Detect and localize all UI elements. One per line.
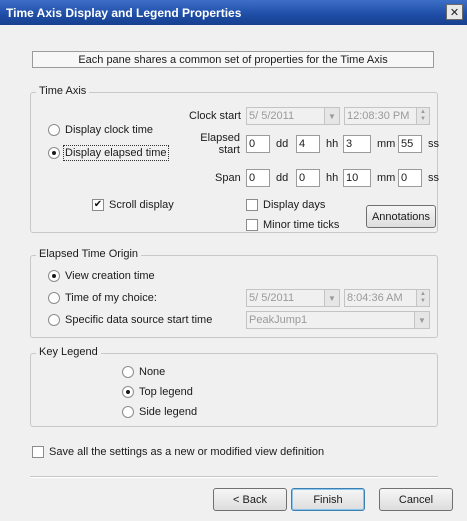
radio-indicator: [48, 147, 60, 159]
window-title: Time Axis Display and Legend Properties: [6, 5, 242, 20]
annotations-button-label: Annotations: [371, 210, 431, 223]
annotations-button[interactable]: Annotations: [366, 205, 436, 228]
display-days-label: Display days: [263, 199, 326, 211]
legend-none-radio[interactable]: None: [122, 366, 165, 378]
chevron-down-icon[interactable]: ▼: [324, 290, 339, 306]
separator: [30, 476, 438, 478]
clock-start-time-value: 12:08:30 PM: [347, 110, 410, 122]
elapsed-dd-input[interactable]: 0: [246, 135, 270, 153]
info-banner-text: Each pane shares a common set of propert…: [78, 53, 388, 66]
display-days-checkbox[interactable]: Display days: [246, 199, 325, 211]
close-icon: ✕: [449, 6, 460, 19]
ss-unit-label: ss: [428, 138, 439, 150]
radio-indicator: [48, 270, 60, 282]
view-creation-time-label: View creation time: [65, 270, 155, 282]
save-settings-label: Save all the settings as a new or modifi…: [49, 446, 325, 458]
elapsed-ss-value: 55: [401, 138, 414, 150]
data-source-value: PeakJump1: [249, 314, 308, 326]
elapsed-hh-value: 4: [299, 138, 306, 150]
spinner-arrows-icon[interactable]: ▲ ▼: [416, 108, 429, 124]
data-source-select[interactable]: PeakJump1 ▼: [246, 311, 430, 329]
span-mm-value: 10: [346, 172, 359, 184]
elapsed-time-origin-legend: Elapsed Time Origin: [36, 248, 142, 260]
radio-indicator: [122, 366, 134, 378]
mm-unit-label: mm: [377, 138, 396, 150]
chevron-down-icon[interactable]: ▼: [414, 312, 429, 328]
time-of-my-choice-radio[interactable]: Time of my choice:: [48, 292, 157, 304]
span-ss-input[interactable]: 0: [398, 169, 422, 187]
mm-unit-label: mm: [377, 172, 396, 184]
time-of-my-choice-label: Time of my choice:: [65, 292, 157, 304]
display-elapsed-time-radio[interactable]: Display elapsed time: [48, 145, 169, 161]
radio-indicator: [48, 124, 60, 136]
hh-unit-label: hh: [326, 172, 339, 184]
display-clock-time-label: Display clock time: [65, 124, 154, 136]
specific-source-start-radio[interactable]: Specific data source start time: [48, 314, 212, 326]
clock-start-date-picker[interactable]: 5/ 5/2011 ▼: [246, 107, 340, 125]
spinner-arrows-icon[interactable]: ▲ ▼: [416, 290, 429, 306]
minor-time-ticks-label: Minor time ticks: [263, 219, 340, 231]
info-banner: Each pane shares a common set of propert…: [32, 51, 434, 68]
title-bar: Time Axis Display and Legend Properties …: [0, 0, 467, 25]
radio-indicator: [122, 406, 134, 418]
cancel-button-label: Cancel: [398, 493, 434, 506]
span-label: Span: [215, 172, 241, 184]
back-button-label: < Back: [233, 493, 267, 506]
elapsed-hh-input[interactable]: 4: [296, 135, 320, 153]
side-legend-label: Side legend: [139, 406, 198, 418]
hh-unit-label: hh: [326, 138, 339, 150]
radio-indicator: [122, 386, 134, 398]
span-dd-value: 0: [249, 172, 256, 184]
minor-time-ticks-checkbox[interactable]: Minor time ticks: [246, 219, 339, 231]
elapsed-mm-input[interactable]: 3: [343, 135, 371, 153]
finish-button[interactable]: Finish: [291, 488, 365, 511]
clock-start-time-spinner[interactable]: 12:08:30 PM ▲ ▼: [344, 107, 430, 125]
elapsed-start-label: Elapsed start: [200, 132, 240, 156]
checkbox-box: [32, 446, 44, 458]
dd-unit-label: dd: [276, 138, 289, 150]
scroll-display-label: Scroll display: [109, 199, 174, 211]
dd-unit-label: dd: [276, 172, 289, 184]
span-hh-value: 0: [299, 172, 306, 184]
view-creation-time-radio[interactable]: View creation time: [48, 270, 155, 282]
checkbox-box: [246, 219, 258, 231]
specific-source-start-label: Specific data source start time: [65, 314, 213, 326]
span-dd-input[interactable]: 0: [246, 169, 270, 187]
finish-button-label: Finish: [313, 493, 343, 506]
clock-start-label: Clock start: [189, 110, 241, 122]
choice-time-value: 8:04:36 AM: [347, 292, 403, 304]
elapsed-mm-value: 3: [346, 138, 353, 150]
display-elapsed-time-label: Display elapsed time: [63, 145, 169, 161]
choice-date-value: 5/ 5/2011: [249, 292, 295, 304]
display-clock-time-radio[interactable]: Display clock time: [48, 124, 153, 136]
clock-start-date-value: 5/ 5/2011: [249, 110, 295, 122]
top-legend-radio[interactable]: Top legend: [122, 386, 193, 398]
key-legend-legend: Key Legend: [36, 346, 101, 358]
save-settings-checkbox[interactable]: Save all the settings as a new or modifi…: [32, 446, 324, 458]
ss-unit-label: ss: [428, 172, 439, 184]
close-button[interactable]: ✕: [446, 4, 463, 20]
chevron-down-icon[interactable]: ▼: [324, 108, 339, 124]
elapsed-ss-input[interactable]: 55: [398, 135, 422, 153]
choice-date-picker[interactable]: 5/ 5/2011 ▼: [246, 289, 340, 307]
elapsed-dd-value: 0: [249, 138, 256, 150]
back-button[interactable]: < Back: [213, 488, 287, 511]
choice-time-spinner[interactable]: 8:04:36 AM ▲ ▼: [344, 289, 430, 307]
side-legend-radio[interactable]: Side legend: [122, 406, 197, 418]
top-legend-label: Top legend: [139, 386, 193, 398]
span-ss-value: 0: [401, 172, 408, 184]
radio-indicator: [48, 314, 60, 326]
check-icon: ✔: [92, 199, 104, 211]
legend-none-label: None: [139, 366, 166, 378]
radio-indicator: [48, 292, 60, 304]
checkbox-box: [246, 199, 258, 211]
time-axis-legend: Time Axis: [36, 85, 90, 97]
span-mm-input[interactable]: 10: [343, 169, 371, 187]
cancel-button[interactable]: Cancel: [379, 488, 453, 511]
scroll-display-checkbox[interactable]: ✔ Scroll display: [92, 199, 174, 211]
key-legend-group: [30, 353, 438, 427]
span-hh-input[interactable]: 0: [296, 169, 320, 187]
